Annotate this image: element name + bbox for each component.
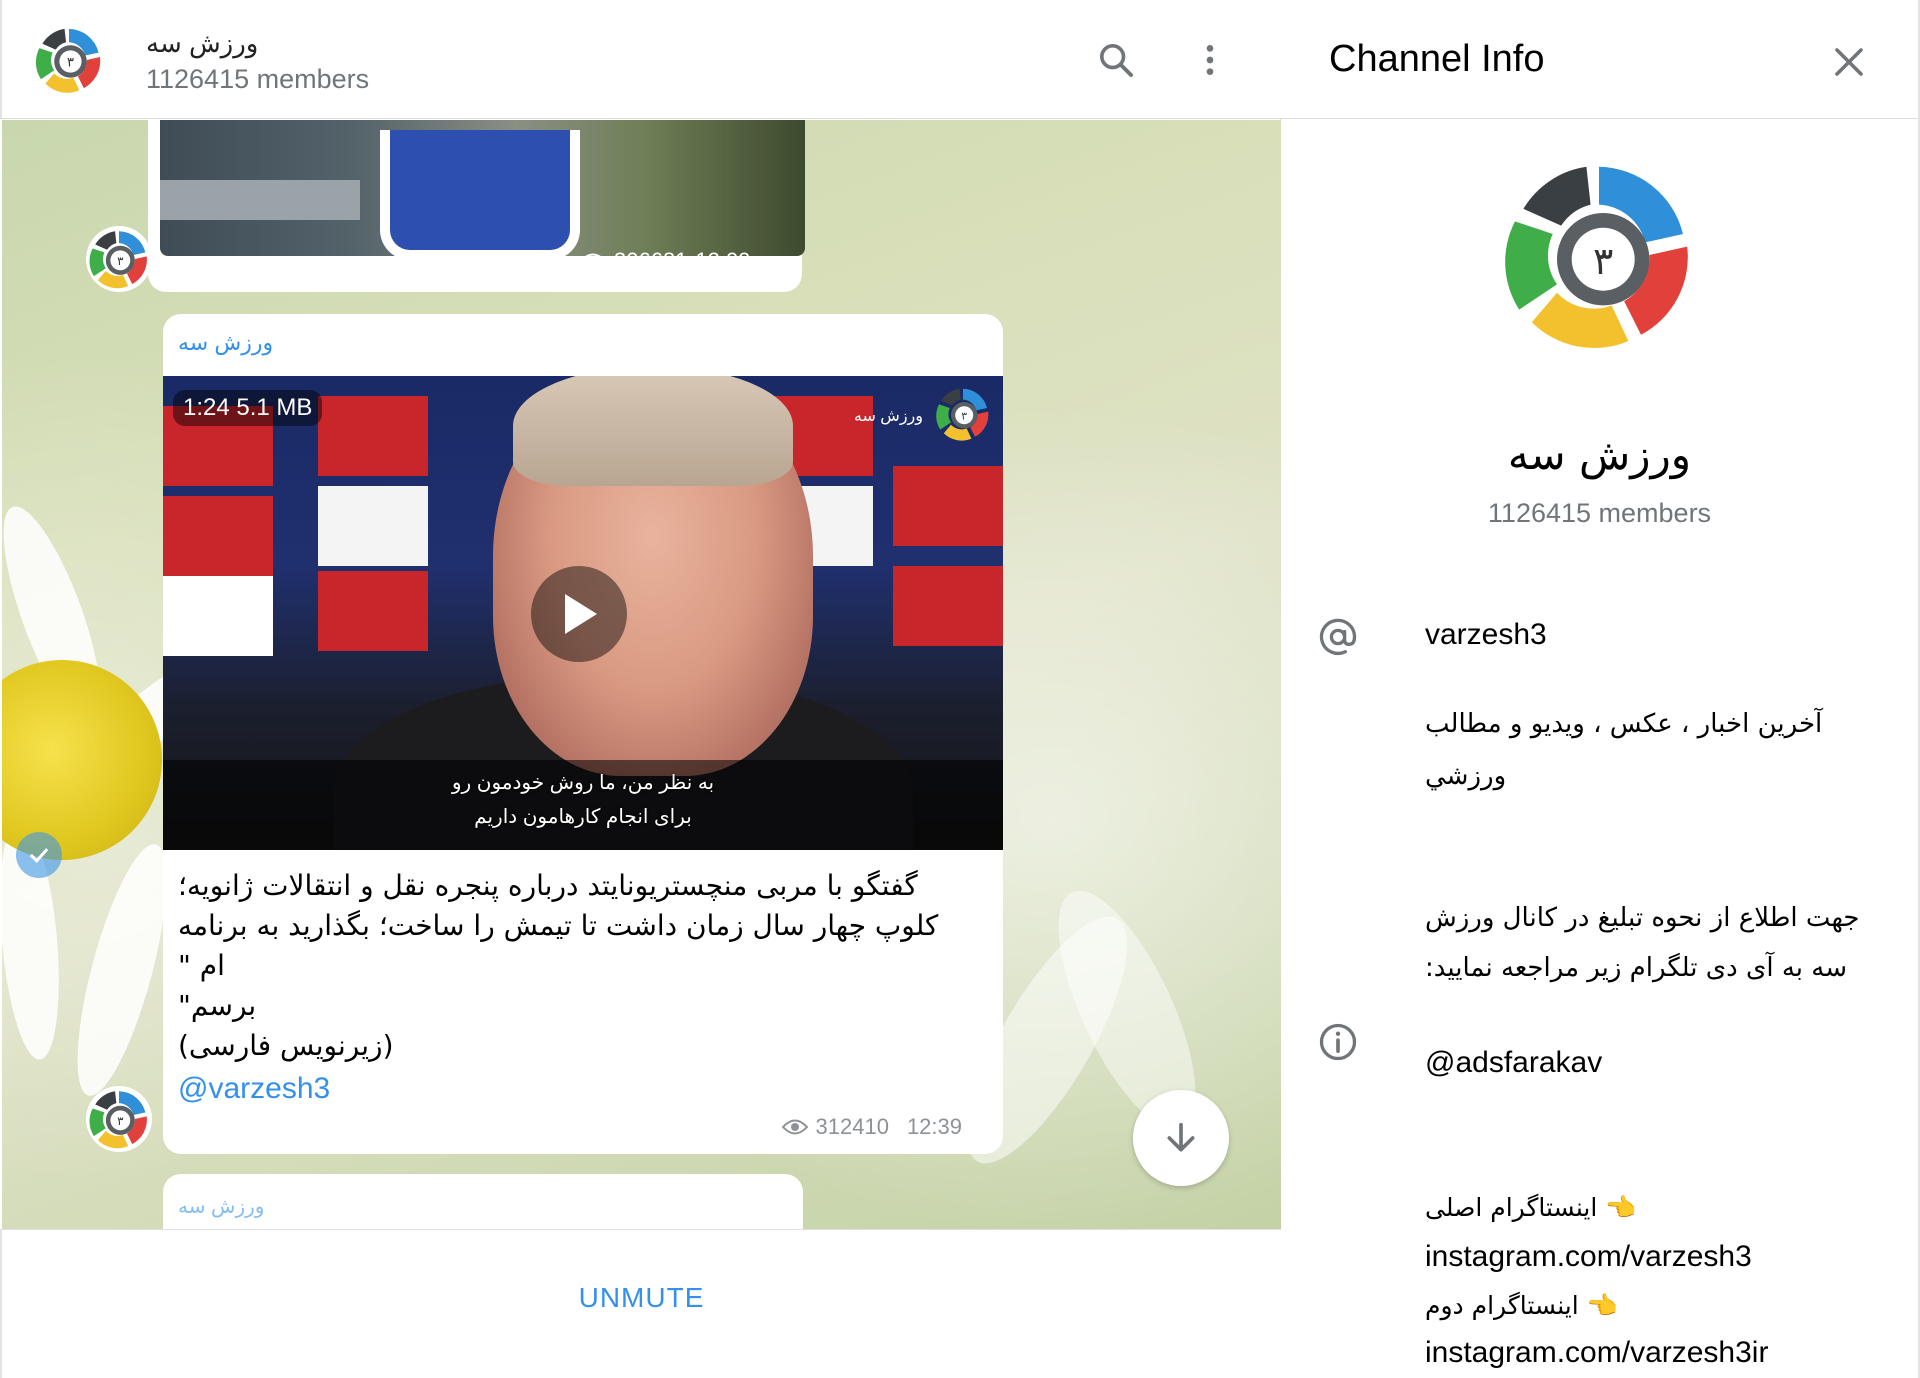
chat-footer: UNMUTE [0, 1229, 1281, 1378]
caption-line: گفتگو با مربی منچستریونایتد درباره پنجره… [178, 869, 918, 902]
channel-info-pane: Channel Info ورزش سه 1126415 members var… [1281, 0, 1920, 1378]
unmute-button[interactable]: UNMUTE [2, 1282, 1281, 1314]
instagram-label: 👈 اینستاگرام اصلی [1425, 1193, 1637, 1222]
video-watermark-text: ورزش سه [853, 408, 923, 425]
channel-members: 1126415 members [1487, 498, 1712, 528]
play-icon [565, 594, 597, 634]
channel-avatar[interactable] [32, 23, 106, 97]
video-info: 1:24 5.1 MB [173, 390, 323, 426]
chat-pane: ورزش سه 1126415 members 306681 12:09 ورز… [0, 0, 1281, 1378]
message-meta: 306681 12:09 [580, 248, 750, 274]
video-subtitle-1: به نظر من، ما روش خودمون رو [451, 772, 715, 794]
message-time: 12:39 [906, 1114, 962, 1139]
scroll-down-button[interactable] [1133, 1090, 1229, 1186]
message-meta: 312410 12:39 [781, 1114, 962, 1140]
chat-members: 1126415 members [146, 64, 370, 94]
ads-handle-link[interactable]: @adsfarakav [1425, 1046, 1602, 1080]
video-subtitle-2: برای انجام کارهامون داریم [474, 806, 692, 828]
channel-description-line: جهت اطلاع از نحوه تبلیغ در کانال ورزش [1425, 903, 1860, 933]
info-title: Channel Info [1329, 38, 1545, 80]
eye-icon [580, 253, 606, 269]
view-count: 306681 [614, 248, 688, 273]
message-video[interactable]: به نظر من، ما روش خودمون رو برای انجام ک… [163, 376, 1003, 850]
search-icon [1100, 44, 1133, 77]
more-vertical-icon [1206, 45, 1214, 75]
message-caption: گفتگو با مربی منچستریونایتد درباره پنجره… [178, 866, 968, 1066]
instagram-link[interactable]: instagram.com/varzesh3 [1425, 1240, 1752, 1274]
info-header: Channel Info [1281, 0, 1918, 119]
message-sender[interactable]: ورزش سه [178, 330, 273, 356]
channel-description-line: آخرین اخبار ، عکس ، ویدیو و مطالب [1425, 709, 1823, 739]
caption-line: (زیرنویس فارسی) [178, 1029, 394, 1062]
message-time: 12:09 [695, 248, 751, 273]
channel-username[interactable]: varzesh3 [1425, 618, 1547, 652]
instagram-label: 👈 اینستاگرام دوم [1425, 1291, 1618, 1320]
play-button[interactable] [531, 566, 627, 662]
message-avatar[interactable] [86, 226, 152, 292]
caption-line: کلوپ چهار سال زمان داشت تا تیمش را ساخت؛… [178, 909, 939, 982]
close-icon [1835, 48, 1863, 76]
video-watermark-logo [933, 384, 993, 444]
channel-avatar-large[interactable] [1494, 150, 1704, 360]
message-photo[interactable] [160, 120, 805, 256]
info-icon [1315, 1019, 1361, 1065]
more-button[interactable] [1184, 34, 1236, 86]
channel-name: ورزش سه [1507, 430, 1692, 479]
eye-icon [781, 1119, 808, 1135]
view-count: 312410 [815, 1114, 889, 1139]
arrow-down-icon [1167, 1122, 1195, 1152]
telegram-window: ورزش سه 1126415 members 306681 12:09 ورز… [0, 0, 1920, 1378]
chat-header[interactable]: ورزش سه 1126415 members [0, 0, 1281, 119]
instagram-link[interactable]: instagram.com/varzesh3ir [1425, 1336, 1768, 1370]
chat-title[interactable]: ورزش سه [146, 28, 258, 59]
search-button[interactable] [1090, 34, 1142, 86]
channel-description-line: ورزشي [1425, 761, 1507, 791]
at-icon [1315, 614, 1361, 660]
message-bubble[interactable]: ورزش سه [163, 1174, 803, 1229]
channel-link[interactable]: @varzesh3 [178, 1072, 330, 1106]
close-button[interactable] [1821, 34, 1877, 90]
channel-description-line: سه به آی دی تلگرام زیر مراجعه نمایید: [1425, 953, 1847, 983]
message-sender[interactable]: ورزش سه [178, 1194, 264, 1219]
caption-line: برسم" [178, 989, 257, 1022]
message-avatar[interactable] [86, 1086, 152, 1152]
check-icon [16, 832, 62, 878]
